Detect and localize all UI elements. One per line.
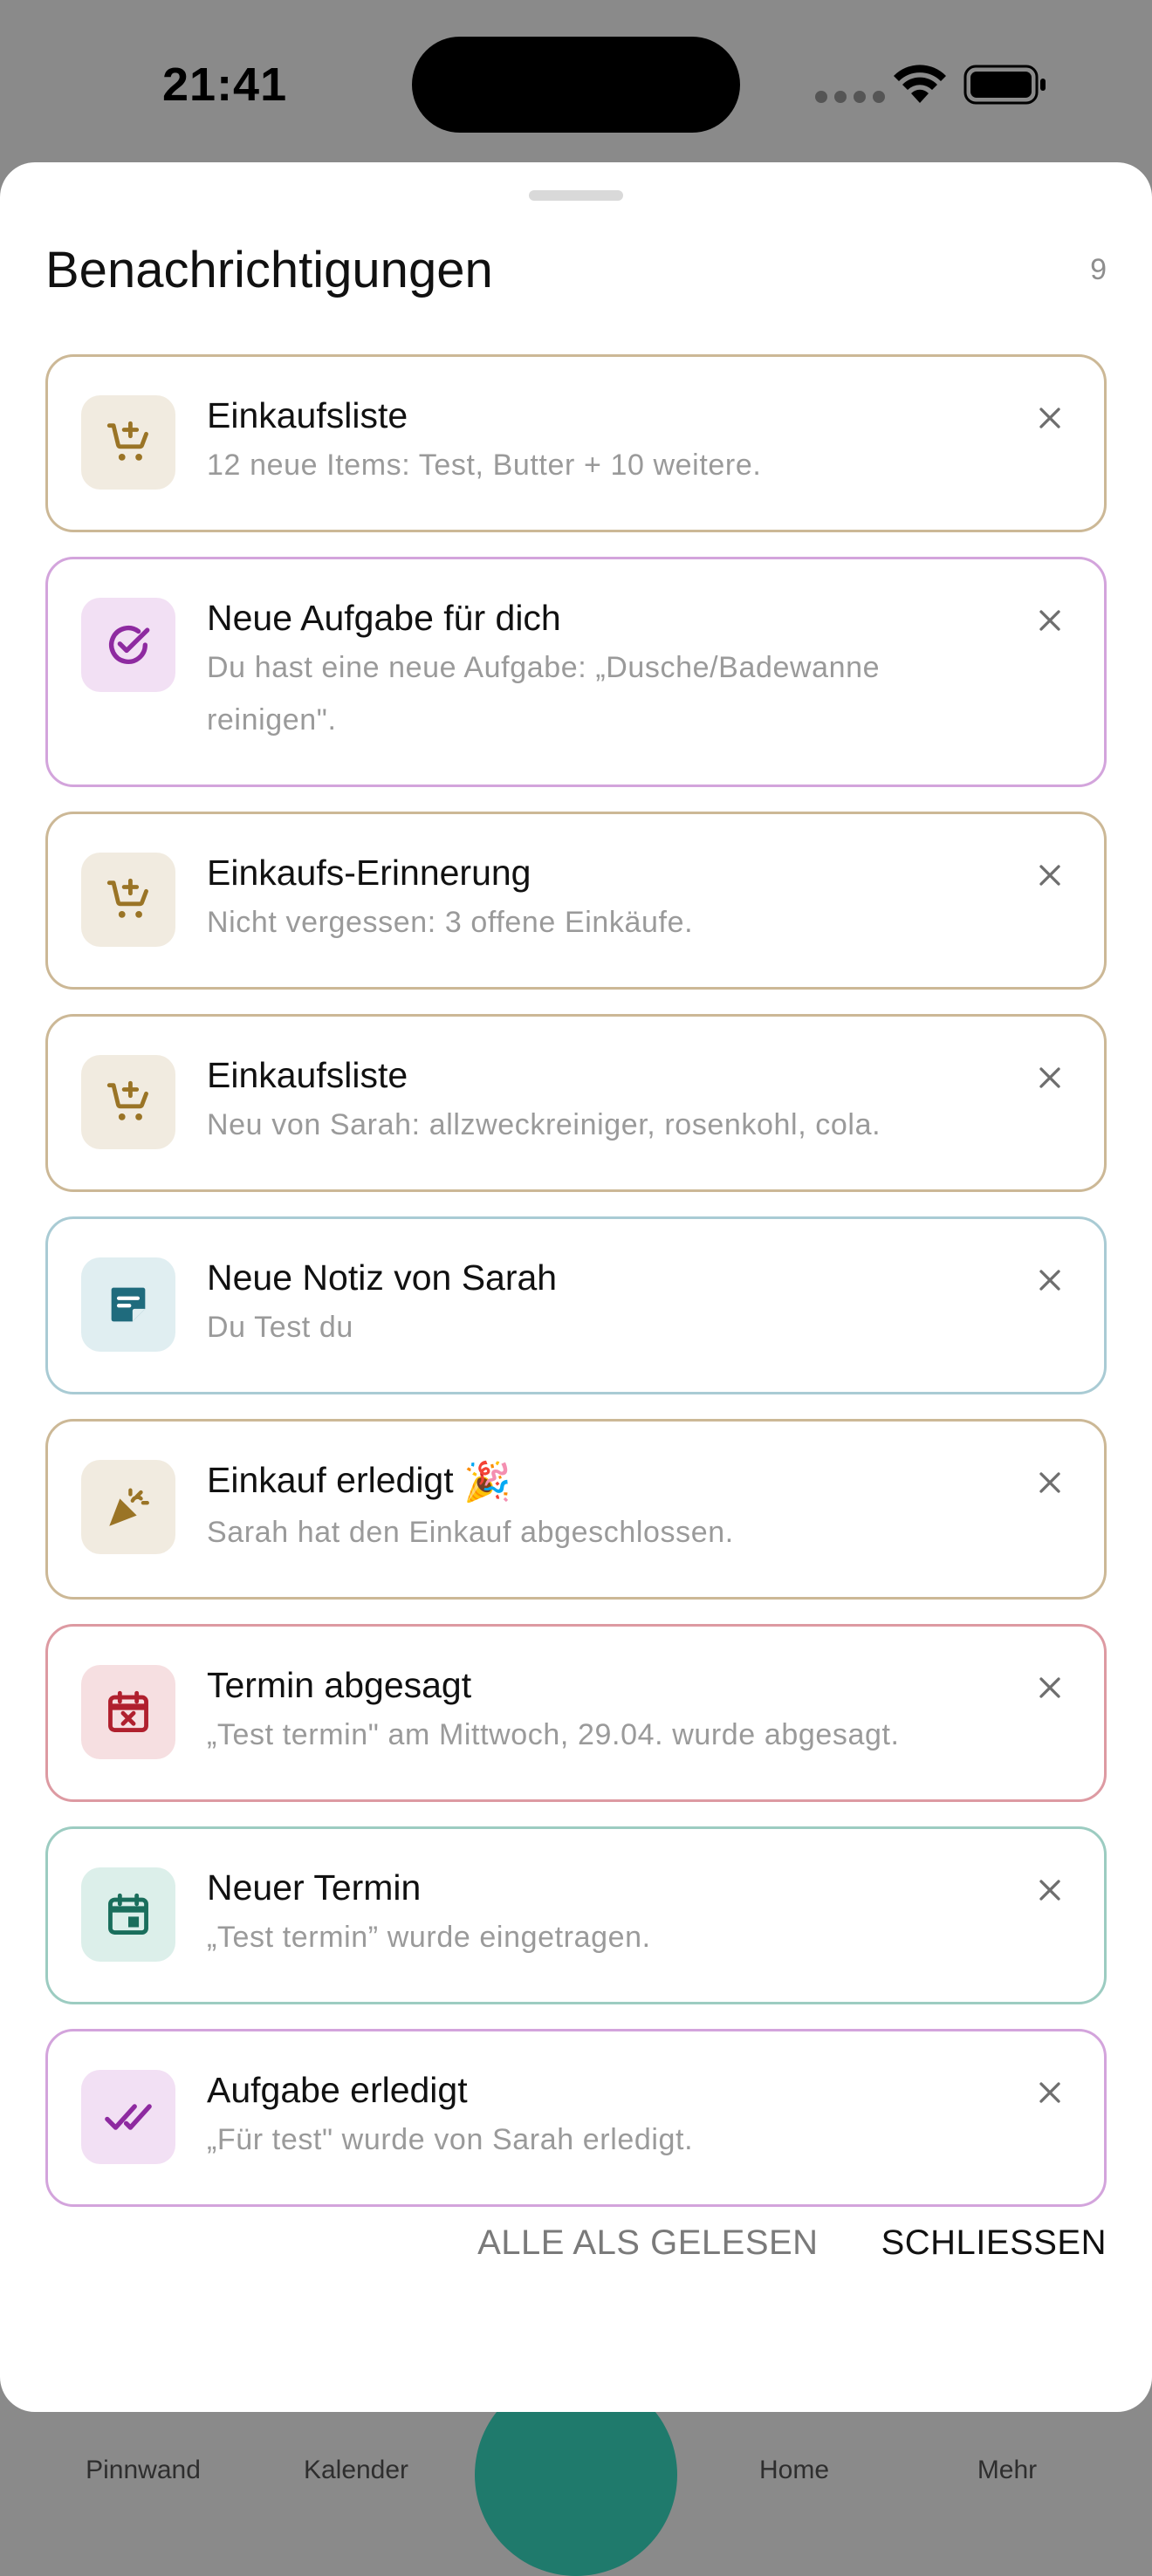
notification-body: Du hast eine neue Aufgabe: „Dusche/Badew… <box>207 651 881 736</box>
close-icon[interactable] <box>1032 603 1067 638</box>
battery-icon <box>963 65 1046 105</box>
notification-body: Sarah hat den Einkauf abgeschlossen. <box>207 1516 734 1550</box>
notification-list: Einkaufsliste 12 neue Items: Test, Butter… <box>45 354 1107 2231</box>
notification-body: „Für test" wurde von Sarah erledigt. <box>207 2123 694 2157</box>
wifi-icon <box>894 65 946 103</box>
notification-title: Einkaufsliste <box>207 394 999 437</box>
clock: 21:41 <box>162 58 288 111</box>
notification-title-text: Einkaufsliste <box>207 395 408 435</box>
nav-item-mehr[interactable]: Mehr <box>977 2456 1037 2485</box>
bottom-navigation: Pinnwand Kalender Home Mehr <box>0 2417 1152 2503</box>
close-icon[interactable] <box>1032 1670 1067 1705</box>
close-icon[interactable] <box>1032 1873 1067 1908</box>
notification-title: Aufgabe erledigt <box>207 2068 999 2112</box>
notification-card[interactable]: Aufgabe erledigt „Für test" wurde von Sar… <box>45 2029 1107 2208</box>
notification-title: Termin abgesagt <box>207 1663 999 1707</box>
close-icon[interactable] <box>1032 858 1067 893</box>
notification-card[interactable]: Einkaufsliste 12 neue Items: Test, Butter… <box>45 354 1107 532</box>
party-emoji: 🎉 <box>463 1461 511 1504</box>
notification-body: Neu von Sarah: allzweckreiniger, rosenko… <box>207 1108 881 1141</box>
notification-title: Einkauf erledigt 🎉 <box>207 1458 999 1504</box>
nav-item-home[interactable]: Home <box>759 2456 829 2485</box>
notification-title-text: Aufgabe erledigt <box>207 2070 468 2111</box>
close-icon[interactable] <box>1032 1263 1067 1298</box>
notification-card[interactable]: Neue Aufgabe für dich Du hast eine neue A… <box>45 557 1107 787</box>
notification-body: Nicht vergessen: 3 offene Einkäufe. <box>207 906 694 939</box>
sheet-grabber[interactable] <box>529 190 623 201</box>
notification-title: Einkaufsliste <box>207 1053 999 1097</box>
sheet-title: Benachrichtigungen <box>45 242 493 298</box>
dynamic-island <box>412 37 740 133</box>
notification-body: Du Test du <box>207 1311 353 1344</box>
cellular-signal-icon <box>815 91 885 103</box>
close-icon[interactable] <box>1032 1060 1067 1095</box>
close-button[interactable]: SCHLIESSEN <box>881 2223 1107 2263</box>
notification-card[interactable]: Einkaufs-Erinnerung Nicht vergessen: 3 of… <box>45 812 1107 990</box>
notification-title-text: Einkaufs-Erinnerung <box>207 853 531 893</box>
notification-count: 9 <box>1090 253 1107 286</box>
notification-body: „Test termin” wurde eingetragen. <box>207 1921 651 1955</box>
notification-title: Neue Aufgabe für dich <box>207 596 999 640</box>
notification-card[interactable]: Einkaufsliste Neu von Sarah: allzweckrein… <box>45 1014 1107 1192</box>
notification-title-text: Einkaufsliste <box>207 1055 408 1095</box>
nav-item-kalender[interactable]: Kalender <box>304 2456 408 2485</box>
notification-title-text: Neue Aufgabe für dich <box>207 598 561 638</box>
notification-card[interactable]: Neue Notiz von Sarah Du Test du <box>45 1216 1107 1394</box>
party-popper-icon <box>81 1460 175 1554</box>
notification-title-text: Termin abgesagt <box>207 1665 472 1706</box>
notification-title: Neuer Termin <box>207 1866 999 1909</box>
notification-title: Einkaufs-Erinnerung <box>207 851 999 894</box>
nav-item-pinnwand[interactable]: Pinnwand <box>86 2456 201 2485</box>
notification-body: „Test termin" am Mittwoch, 29.04. wurde … <box>207 1718 900 1752</box>
close-icon[interactable] <box>1032 401 1067 435</box>
sheet-actions: ALLE ALS GELESEN SCHLIESSEN <box>477 2223 1107 2263</box>
notification-card[interactable]: Termin abgesagt „Test termin" am Mittwoch… <box>45 1624 1107 1803</box>
close-icon[interactable] <box>1032 2075 1067 2110</box>
close-icon[interactable] <box>1032 1465 1067 1500</box>
notification-body: 12 neue Items: Test, Butter + 10 weitere… <box>207 449 762 482</box>
mark-all-read-button[interactable]: ALLE ALS GELESEN <box>477 2223 818 2263</box>
status-bar: 21:41 <box>0 0 1152 166</box>
cart-plus-icon <box>81 395 175 490</box>
calendar-x-icon <box>81 1665 175 1760</box>
notification-card[interactable]: Neuer Termin „Test termin” wurde eingetra… <box>45 1826 1107 2005</box>
calendar-event-icon <box>81 1867 175 1963</box>
notification-title-text: Neue Notiz von Sarah <box>207 1257 558 1298</box>
double-check-icon <box>81 2070 175 2165</box>
notification-card[interactable]: Einkauf erledigt 🎉 Sarah hat den Einkauf … <box>45 1419 1107 1600</box>
cart-plus-icon <box>81 1055 175 1149</box>
notifications-sheet: Benachrichtigungen 9 Einkaufsliste 12 neu… <box>0 162 1152 2412</box>
notification-title-text: Neuer Termin <box>207 1867 422 1908</box>
sticky-note-icon <box>81 1257 175 1352</box>
check-circle-icon <box>81 598 175 692</box>
notification-title: Neue Notiz von Sarah <box>207 1256 999 1299</box>
notification-title-text: Einkauf erledigt <box>207 1460 454 1500</box>
cart-plus-icon <box>81 853 175 947</box>
